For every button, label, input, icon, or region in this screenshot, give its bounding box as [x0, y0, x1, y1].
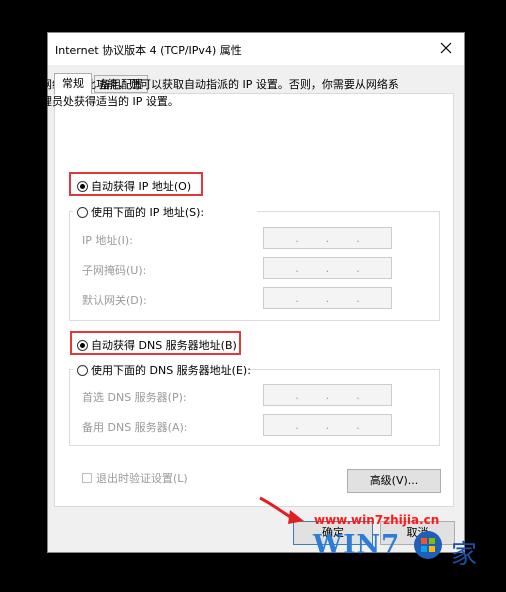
title-bar: Internet 协议版本 4 (TCP/IPv4) 属性	[48, 33, 464, 65]
watermark-logo-cn: 家	[451, 540, 478, 570]
alternate-dns-label: 备用 DNS 服务器(A):	[82, 421, 188, 434]
dialog-title: Internet 协议版本 4 (TCP/IPv4) 属性	[55, 44, 242, 57]
validate-on-exit-label: 退出时验证设置(L)	[96, 472, 188, 485]
watermark-logo: WIN7 家	[305, 528, 495, 588]
radio-dns-auto[interactable]: 自动获得 DNS 服务器地址(B)	[77, 337, 237, 353]
watermark-logo-text: WIN7	[313, 530, 401, 560]
radio-dot	[77, 339, 88, 351]
watermark-url: www.win7zhijia.cn	[314, 513, 440, 527]
close-icon[interactable]	[436, 38, 456, 58]
tab-general[interactable]: 常规	[54, 73, 92, 94]
radio-dns-auto-label: 自动获得 DNS 服务器地址(B)	[91, 339, 237, 352]
radio-ip-manual[interactable]: 使用下面的 IP 地址(S):	[77, 204, 204, 220]
windows-flag-icon	[414, 531, 442, 559]
radio-ip-auto-label: 自动获得 IP 地址(O)	[91, 180, 192, 193]
ip-address-label: IP 地址(I):	[82, 234, 133, 247]
radio-dot	[77, 206, 88, 218]
advanced-button[interactable]: 高级(V)...	[347, 469, 441, 493]
radio-dns-manual-label: 使用下面的 DNS 服务器地址(E):	[91, 364, 251, 377]
subnet-mask-label: 子网掩码(U):	[82, 264, 147, 277]
default-gateway-label: 默认网关(D):	[82, 294, 147, 307]
subnet-mask-field[interactable]: ...	[263, 257, 392, 279]
red-arrow-icon	[259, 496, 304, 524]
radio-dot	[77, 180, 88, 192]
radio-ip-auto[interactable]: 自动获得 IP 地址(O)	[77, 178, 191, 194]
default-gateway-field[interactable]: ...	[263, 287, 392, 309]
radio-dot	[77, 364, 88, 376]
validate-on-exit-checkbox[interactable]: 退出时验证设置(L)	[82, 470, 188, 486]
checkbox-box	[82, 473, 92, 483]
ip-address-field[interactable]: ...	[263, 227, 392, 249]
radio-dns-manual[interactable]: 使用下面的 DNS 服务器地址(E):	[77, 362, 251, 378]
alternate-dns-field[interactable]: ...	[263, 414, 392, 436]
preferred-dns-label: 首选 DNS 服务器(P):	[82, 391, 187, 404]
radio-ip-manual-label: 使用下面的 IP 地址(S):	[91, 206, 205, 219]
preferred-dns-field[interactable]: ...	[263, 384, 392, 406]
